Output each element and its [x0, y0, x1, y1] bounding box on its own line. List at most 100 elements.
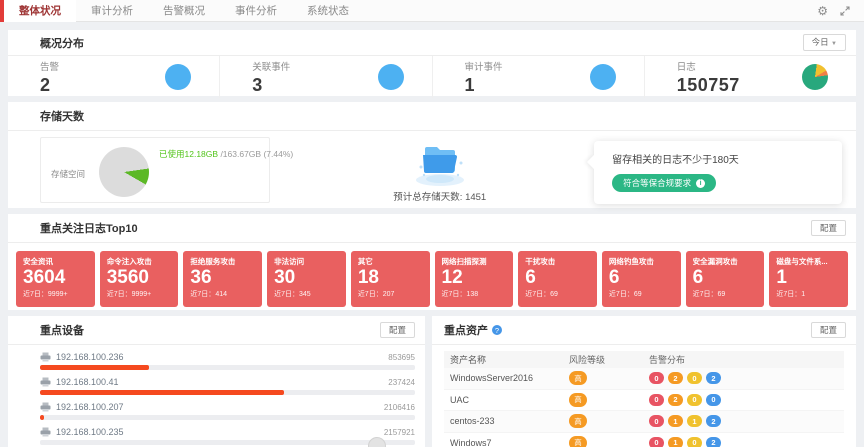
stat-correlated-events[interactable]: 关联事件 3: [220, 56, 432, 98]
col-alert-distribution: 告警分布: [649, 353, 844, 366]
alert-badge-high: 2: [668, 372, 683, 384]
retention-notice-text: 留存相关的日志不少于180天: [612, 151, 828, 166]
device-bar-track: [40, 365, 415, 370]
log-card-value: 30: [274, 267, 339, 289]
tab-system-status[interactable]: 系统状态: [292, 0, 364, 22]
asset-name: WindowsServer2016: [444, 373, 569, 383]
log-pie-chart-icon: [802, 64, 828, 90]
log-card-recent: 近7日：1: [776, 289, 841, 299]
tab-event-analysis[interactable]: 事件分析: [220, 0, 292, 22]
alert-badge-high: 2: [668, 394, 683, 406]
alert-badge-medium: 0: [687, 372, 702, 384]
devices-config-button[interactable]: 配置: [380, 322, 415, 338]
device-bar-track: [40, 440, 415, 445]
devices-title: 重点设备: [40, 322, 84, 338]
risk-badge: 高: [569, 371, 587, 385]
device-ip[interactable]: 192.168.100.207: [56, 402, 124, 412]
settings-gear-icon[interactable]: ⚙: [817, 5, 828, 17]
alert-badge-low: 2: [706, 437, 721, 447]
asset-name: centos-233: [444, 416, 569, 426]
alert-badge-high: 1: [668, 437, 683, 447]
tab-overall-status[interactable]: 整体状况: [4, 0, 76, 22]
stat-value: 1: [465, 75, 503, 96]
stat-audit-events[interactable]: 审计事件 1: [433, 56, 645, 98]
device-bar-fill: [40, 390, 284, 395]
alert-badge-medium: 0: [687, 437, 702, 447]
log-card-recent: 近7日：138: [442, 289, 507, 299]
stat-value: 3: [252, 75, 290, 96]
log-card-name: 其它: [358, 256, 423, 267]
device-ip[interactable]: 192.168.100.41: [56, 377, 119, 387]
log-card-recent: 近7日：9999+: [23, 289, 88, 299]
alert-badge-low: 0: [706, 394, 721, 406]
log-card[interactable]: 非法访问 30 近7日：345: [267, 251, 346, 307]
asset-row[interactable]: UAC 高 0 2 0 0: [444, 390, 844, 412]
alert-circle-icon: [165, 64, 191, 90]
alert-badge-medium: 0: [687, 394, 702, 406]
key-assets-panel: 重点资产 ? 配置 资产名称 风险等级 告警分布 WindowsServer20…: [432, 316, 856, 447]
risk-badge: 高: [569, 393, 587, 407]
log-card-value: 12: [442, 267, 507, 289]
audit-circle-icon: [590, 64, 616, 90]
log-card-value: 3560: [107, 267, 172, 289]
key-devices-panel: 重点设备 配置 192.168.100.236 853695 192.168.1…: [8, 316, 425, 447]
log-card-value: 18: [358, 267, 423, 289]
compliance-notice-card: 留存相关的日志不少于180天 符合等保合规要求 i: [594, 141, 842, 204]
log-card-name: 安全漏洞攻击: [693, 256, 758, 267]
log-card[interactable]: 干扰攻击 6 近7日：69: [518, 251, 597, 307]
alert-badge-high: 1: [668, 415, 683, 427]
assets-config-button[interactable]: 配置: [811, 322, 846, 338]
log-card[interactable]: 网络扫描探测 12 近7日：138: [435, 251, 514, 307]
device-ip[interactable]: 192.168.100.235: [56, 427, 124, 437]
storage-title: 存储天数: [40, 108, 84, 124]
tab-audit-analysis[interactable]: 审计分析: [76, 0, 148, 22]
alert-badge-critical: 0: [649, 394, 664, 406]
folder-illustration-icon: [409, 137, 471, 187]
top-logs-config-button[interactable]: 配置: [811, 220, 846, 236]
alert-badge-low: 2: [706, 415, 721, 427]
compliance-status-button[interactable]: 符合等保合规要求 i: [612, 174, 716, 192]
estimated-storage-days: 预计总存储天数: 1451: [393, 189, 486, 203]
fullscreen-expand-icon[interactable]: [840, 6, 850, 16]
log-card[interactable]: 磁盘与文件系... 1 近7日：1: [769, 251, 848, 307]
stat-label: 审计事件: [465, 59, 503, 73]
asset-row[interactable]: WindowsServer2016 高 0 2 0 2: [444, 368, 844, 390]
event-circle-icon: [378, 64, 404, 90]
log-card[interactable]: 其它 18 近7日：207: [351, 251, 430, 307]
alert-badge-critical: 0: [649, 415, 664, 427]
log-card[interactable]: 网络钓鱼攻击 6 近7日：69: [602, 251, 681, 307]
stat-label: 日志: [677, 59, 740, 73]
device-icon: [40, 377, 51, 387]
log-card-recent: 近7日：69: [693, 289, 758, 299]
alert-badge-low: 2: [706, 372, 721, 384]
device-row: 192.168.100.235 2157921: [40, 426, 415, 445]
stat-logs[interactable]: 日志 150757: [645, 56, 856, 98]
asset-row[interactable]: centos-233 高 0 1 1 2: [444, 411, 844, 433]
risk-badge: 高: [569, 436, 587, 447]
stat-label: 告警: [40, 59, 59, 73]
stat-value: 2: [40, 75, 59, 96]
log-card[interactable]: 拒绝服务攻击 36 近7日：414: [183, 251, 262, 307]
device-ip[interactable]: 192.168.100.236: [56, 352, 124, 362]
col-risk-level: 风险等级: [569, 353, 649, 366]
log-card[interactable]: 安全资讯 3604 近7日：9999+: [16, 251, 95, 307]
log-card-name: 非法访问: [274, 256, 339, 267]
tab-alert-overview[interactable]: 告警概况: [148, 0, 220, 22]
asset-row[interactable]: Windows7 高 0 1 0 2: [444, 433, 844, 447]
log-card[interactable]: 安全漏洞攻击 6 近7日：69: [686, 251, 765, 307]
device-icon: [40, 352, 51, 362]
device-row: 192.168.100.236 853695: [40, 351, 415, 370]
log-card-value: 6: [525, 267, 590, 289]
log-card[interactable]: 命令注入攻击 3560 近7日：9999+: [100, 251, 179, 307]
date-filter-dropdown[interactable]: 今日 ▼: [803, 34, 846, 51]
stat-alerts[interactable]: 告警 2: [8, 56, 220, 98]
log-card-name: 网络钓鱼攻击: [609, 256, 674, 267]
help-icon[interactable]: ?: [492, 325, 502, 335]
device-row: 192.168.100.41 237424: [40, 376, 415, 395]
device-log-count: 2106416: [384, 403, 415, 412]
device-row: 192.168.100.207 2106416: [40, 401, 415, 420]
log-card-recent: 近7日：207: [358, 289, 423, 299]
col-asset-name: 资产名称: [444, 353, 569, 366]
device-bar-track: [40, 390, 415, 395]
log-card-recent: 近7日：69: [525, 289, 590, 299]
